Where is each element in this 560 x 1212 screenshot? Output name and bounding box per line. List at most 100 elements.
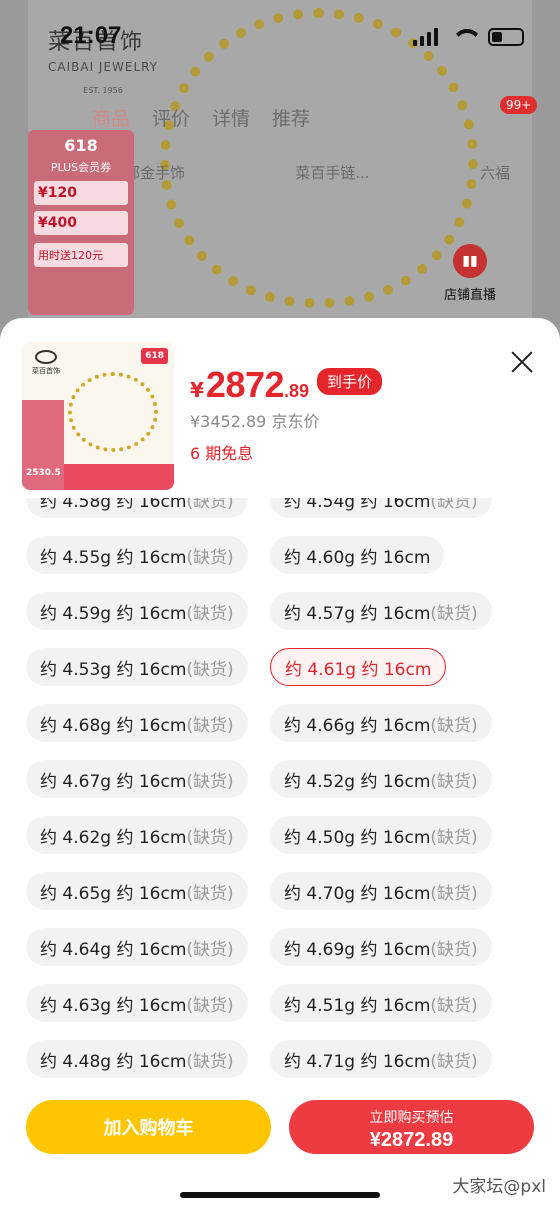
live-label: 店铺直播 bbox=[443, 288, 496, 303]
sku-option-label: 约 4.67g 约 16cm bbox=[40, 771, 187, 792]
out-of-stock-label: (缺货) bbox=[430, 603, 478, 624]
subtab-bracelet[interactable]: 菜百手链... bbox=[295, 162, 369, 183]
sku-option-chip[interactable]: 约 4.70g 约 16cm (缺货) bbox=[270, 872, 492, 910]
sku-option-label: 约 4.68g 约 16cm bbox=[40, 715, 187, 736]
sku-option-label: 约 4.65g 约 16cm bbox=[40, 883, 187, 904]
jd-price-label: 京东价 bbox=[271, 412, 320, 431]
currency-symbol: ¥ bbox=[190, 378, 204, 402]
sku-option-chip[interactable]: 约 4.64g 约 16cm (缺货) bbox=[26, 928, 248, 966]
store-live-button[interactable]: ▮▮ 店铺直播 bbox=[440, 244, 500, 303]
sku-option-label: 约 4.71g 约 16cm bbox=[284, 1051, 431, 1072]
out-of-stock-label: (缺货) bbox=[186, 715, 234, 736]
out-of-stock-label: (缺货) bbox=[186, 883, 234, 904]
out-of-stock-label: (缺货) bbox=[186, 659, 234, 680]
promo-subtitle: PLUS会员券 bbox=[50, 161, 112, 174]
product-tabs: 商品 评价 详情 推荐 bbox=[92, 104, 310, 131]
promo-coupon: ¥120 bbox=[34, 181, 128, 205]
installment-info[interactable]: 6 期免息 bbox=[190, 440, 253, 464]
final-price: ¥ 2872 .89 到手价 bbox=[190, 364, 383, 406]
price-integer: 2872 bbox=[205, 364, 285, 405]
sku-option-chip[interactable]: 约 4.68g 约 16cm (缺货) bbox=[26, 704, 248, 742]
sku-option-chip[interactable]: 约 4.61g 约 16cm bbox=[270, 648, 447, 686]
sku-option-chip[interactable]: 约 4.67g 约 16cm (缺货) bbox=[26, 760, 248, 798]
sku-option-chip[interactable]: 约 4.48g 约 16cm (缺货) bbox=[26, 1040, 248, 1078]
out-of-stock-label: (缺货) bbox=[430, 498, 478, 512]
close-icon[interactable] bbox=[510, 350, 534, 374]
jd-price: ¥3452.89 京东价 bbox=[190, 408, 319, 432]
sku-option-label: 约 4.48g 约 16cm bbox=[40, 1051, 187, 1072]
thumbnail-brand: 菜百首饰 bbox=[32, 367, 60, 375]
out-of-stock-label: (缺货) bbox=[186, 1051, 234, 1072]
necklace-image bbox=[160, 8, 478, 308]
sku-option-chip[interactable]: 约 4.55g 约 16cm (缺货) bbox=[26, 536, 248, 574]
sku-option-chip[interactable]: 约 4.66g 约 16cm (缺货) bbox=[270, 704, 492, 742]
sku-option-label: 约 4.69g 约 16cm bbox=[284, 939, 431, 960]
buy-now-label: 立即购买预估 bbox=[369, 1110, 454, 1126]
product-page-background: 菜百首饰 CAIBAI JEWELRY EST. 1956 21:07 商品 评… bbox=[0, 0, 560, 360]
thumbnail-band bbox=[64, 464, 174, 490]
sku-selection-sheet: 菜百首饰 618 2530.5 ¥ 2872 .89 到手价 ¥3452.89 … bbox=[0, 318, 560, 1212]
sku-option-chip[interactable]: 约 4.59g 约 16cm (缺货) bbox=[26, 592, 248, 630]
tab-reviews[interactable]: 评价 bbox=[152, 104, 190, 131]
thumbnail-logo: 菜百首饰 bbox=[28, 350, 64, 376]
thumbnail-price: 2530.5 bbox=[26, 468, 61, 478]
subtab-liufu[interactable]: 六福 bbox=[480, 162, 510, 183]
sku-option-label: 约 4.58g 约 16cm bbox=[40, 498, 187, 512]
sku-option-label: 约 4.61g 约 16cm bbox=[285, 659, 432, 680]
promo-banner: 618 PLUS会员券 ¥120 ¥400 用时送120元 bbox=[28, 130, 134, 315]
live-icon: ▮▮ bbox=[453, 244, 487, 278]
sku-option-chip[interactable]: 约 4.60g 约 16cm bbox=[270, 536, 445, 574]
out-of-stock-label: (缺货) bbox=[430, 939, 478, 960]
out-of-stock-label: (缺货) bbox=[430, 827, 478, 848]
sku-option-chip[interactable]: 约 4.57g 约 16cm (缺货) bbox=[270, 592, 492, 630]
sku-option-label: 约 4.59g 约 16cm bbox=[40, 603, 187, 624]
sku-option-chip[interactable]: 约 4.54g 约 16cm (缺货) bbox=[270, 498, 492, 518]
buy-now-price: ¥2872.89 bbox=[369, 1129, 454, 1151]
sku-option-label: 约 4.70g 约 16cm bbox=[284, 883, 431, 904]
battery-icon bbox=[488, 28, 524, 46]
sku-option-label: 约 4.64g 约 16cm bbox=[40, 939, 187, 960]
sku-option-label: 约 4.60g 约 16cm bbox=[284, 547, 431, 568]
out-of-stock-label: (缺货) bbox=[430, 771, 478, 792]
sku-option-chip[interactable]: 约 4.65g 约 16cm (缺货) bbox=[26, 872, 248, 910]
sku-option-label: 约 4.52g 约 16cm bbox=[284, 771, 431, 792]
sku-option-chip[interactable]: 约 4.51g 约 16cm (缺货) bbox=[270, 984, 492, 1022]
status-icons bbox=[413, 28, 524, 46]
sku-option-label: 约 4.63g 约 16cm bbox=[40, 995, 187, 1016]
jd-price-value: ¥3452.89 bbox=[190, 412, 267, 431]
sku-option-label: 约 4.57g 约 16cm bbox=[284, 603, 431, 624]
home-indicator[interactable] bbox=[180, 1192, 380, 1198]
out-of-stock-label: (缺货) bbox=[186, 771, 234, 792]
final-price-tag: 到手价 bbox=[317, 367, 383, 395]
sku-option-chip[interactable]: 约 4.62g 约 16cm (缺货) bbox=[26, 816, 248, 854]
sku-options: 约 4.58g 约 16cm (缺货) 约 4.54g 约 16cm (缺货) 约 4.… bbox=[26, 498, 536, 1092]
out-of-stock-label: (缺货) bbox=[430, 883, 478, 904]
promo-coupon: 用时送120元 bbox=[34, 243, 128, 267]
buy-now-button[interactable]: 立即购买预估 ¥2872.89 bbox=[289, 1100, 534, 1154]
sku-option-chip[interactable]: 约 4.58g 约 16cm (缺货) bbox=[26, 498, 248, 518]
tab-details[interactable]: 详情 bbox=[212, 104, 250, 131]
tab-recommend[interactable]: 推荐 bbox=[272, 104, 310, 131]
sku-option-chip[interactable]: 约 4.50g 约 16cm (缺货) bbox=[270, 816, 492, 854]
signal-icon bbox=[413, 28, 438, 46]
bracelet-image bbox=[68, 372, 158, 452]
sku-option-label: 约 4.51g 约 16cm bbox=[284, 995, 431, 1016]
out-of-stock-label: (缺货) bbox=[186, 603, 234, 624]
sku-option-chip[interactable]: 约 4.53g 约 16cm (缺货) bbox=[26, 648, 248, 686]
sku-option-chip[interactable]: 约 4.71g 约 16cm (缺货) bbox=[270, 1040, 492, 1078]
cart-badge: 99+ bbox=[500, 96, 538, 114]
sku-option-label: 约 4.54g 约 16cm bbox=[284, 498, 431, 512]
sku-option-chip[interactable]: 约 4.52g 约 16cm (缺货) bbox=[270, 760, 492, 798]
wifi-icon bbox=[452, 29, 474, 45]
thumbnail-618-badge: 618 bbox=[141, 348, 168, 364]
out-of-stock-label: (缺货) bbox=[430, 715, 478, 736]
watermark: 大家坛@pxl bbox=[452, 1177, 546, 1197]
status-time: 21:07 bbox=[60, 22, 122, 49]
add-to-cart-button[interactable]: 加入购物车 bbox=[26, 1100, 271, 1154]
sku-option-label: 约 4.66g 约 16cm bbox=[284, 715, 431, 736]
tab-product[interactable]: 商品 bbox=[92, 104, 130, 131]
promo-coupon: ¥400 bbox=[34, 211, 128, 235]
sku-option-chip[interactable]: 约 4.69g 约 16cm (缺货) bbox=[270, 928, 492, 966]
out-of-stock-label: (缺货) bbox=[430, 995, 478, 1016]
sku-option-chip[interactable]: 约 4.63g 约 16cm (缺货) bbox=[26, 984, 248, 1022]
